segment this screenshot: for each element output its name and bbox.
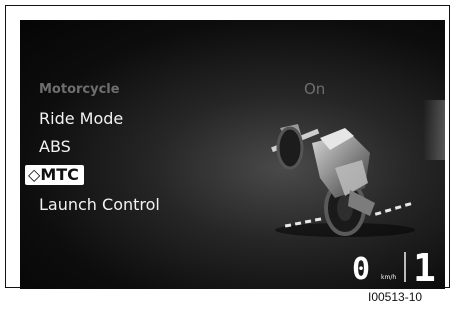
menu-item-mtc[interactable]: ◇MTC <box>25 165 84 185</box>
selection-marker-icon: ◇ <box>28 165 41 184</box>
gear-indicator: 1 <box>413 246 436 289</box>
figure-caption: I00513-10 <box>368 290 423 304</box>
menu-item-abs[interactable]: ABS <box>39 137 71 157</box>
speed-unit: km/h <box>381 274 397 281</box>
status-value: On <box>304 80 326 98</box>
speed-readout: 0 <box>352 252 371 287</box>
motorcycle-illustration <box>271 124 415 237</box>
menu-item-mtc-label: MTC <box>40 165 79 184</box>
gear-divider <box>404 252 406 282</box>
menu-item-launch-control[interactable]: Launch Control <box>39 195 160 215</box>
dashboard-screen: Motorcycle On Ride Mode ABS ◇MTC Launch … <box>20 20 445 289</box>
menu-item-ride-mode[interactable]: Ride Mode <box>39 109 123 129</box>
menu-header: Motorcycle <box>39 82 120 97</box>
